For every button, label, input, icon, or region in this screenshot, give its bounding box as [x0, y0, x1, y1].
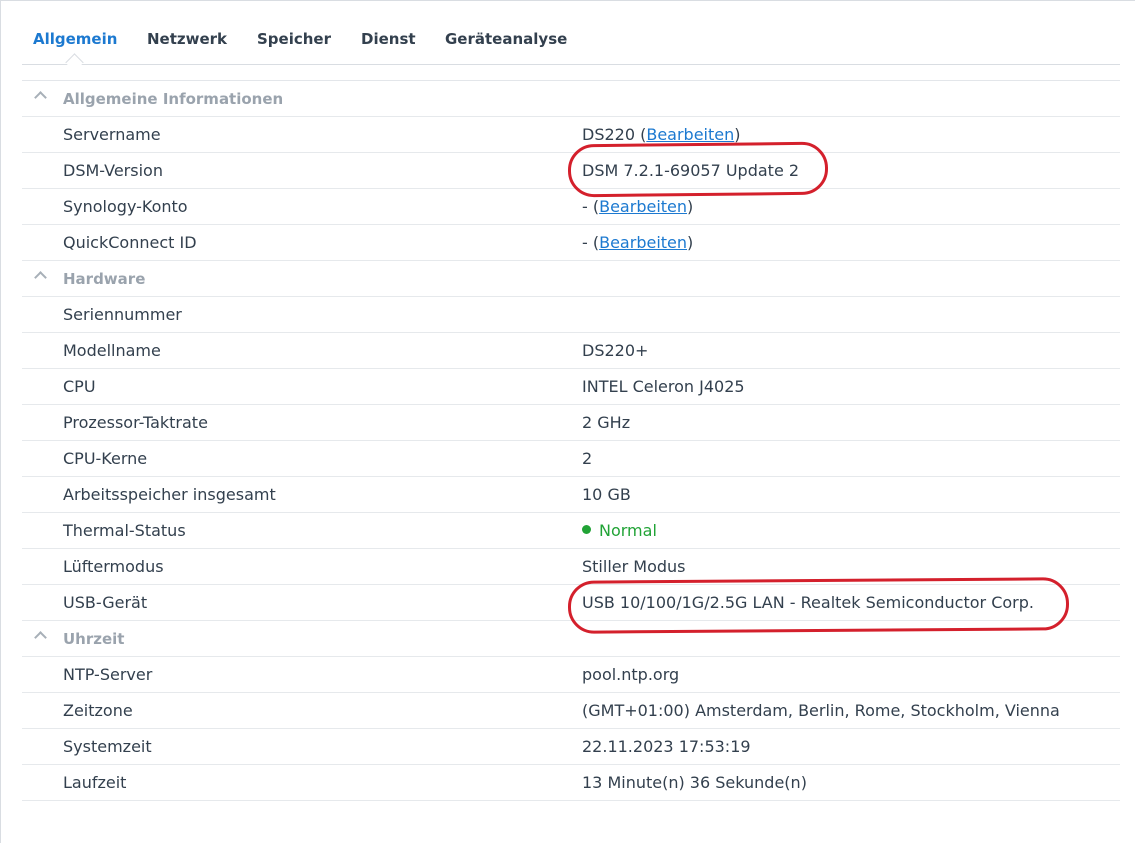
tab-bar: Allgemein Netzwerk Speicher Dienst Gerät… [22, 0, 1120, 72]
row-label: Systemzeit [63, 737, 152, 756]
row-value: DS220 (Bearbeiten) [582, 125, 741, 144]
row-value: INTEL Celeron J4025 [582, 377, 745, 396]
info-row-serial: Seriennummer [22, 297, 1120, 333]
row-value: 22.11.2023 17:53:19 [582, 737, 751, 756]
row-value: (GMT+01:00) Amsterdam, Berlin, Rome, Sto… [582, 701, 1060, 720]
status-dot-icon [582, 525, 591, 534]
row-value: 2 [582, 449, 593, 468]
info-row-dsm-version: DSM-Version DSM 7.2.1-69057 Update 2 [22, 153, 1120, 189]
row-label: Prozessor-Taktrate [63, 413, 208, 432]
info-row-cpu: CPU INTEL Celeron J4025 [22, 369, 1120, 405]
section-title: Allgemeine Informationen [63, 90, 284, 108]
row-label: CPU [63, 377, 96, 396]
row-label: Modellname [63, 341, 161, 360]
chevron-up-icon[interactable] [34, 631, 47, 644]
row-value: 13 Minute(n) 36 Sekunde(n) [582, 773, 807, 792]
section-title: Hardware [63, 270, 146, 288]
account-value: - [582, 197, 588, 216]
info-row-thermal: Thermal-Status Normal [22, 513, 1120, 549]
row-value: - (Bearbeiten) [582, 197, 694, 216]
info-row-system-time: Systemzeit 22.11.2023 17:53:19 [22, 729, 1120, 765]
row-label: NTP-Server [63, 665, 153, 684]
row-label: Seriennummer [63, 305, 182, 324]
row-label: Lüftermodus [63, 557, 164, 576]
row-label: Arbeitsspeicher insgesamt [63, 485, 276, 504]
info-row-synology-account: Synology-Konto - (Bearbeiten) [22, 189, 1120, 225]
section-header-hardware[interactable]: Hardware [22, 261, 1120, 297]
tab-speicher[interactable]: Speicher [257, 30, 331, 48]
row-label: Thermal-Status [63, 521, 186, 540]
row-label: Servername [63, 125, 161, 144]
info-row-cpu-cores: CPU-Kerne 2 [22, 441, 1120, 477]
section-header-general[interactable]: Allgemeine Informationen [22, 81, 1120, 117]
section-header-time[interactable]: Uhrzeit [22, 621, 1120, 657]
info-table: Allgemeine Informationen Servername DS22… [22, 80, 1120, 801]
tab-allgemein[interactable]: Allgemein [33, 30, 117, 48]
row-value: - (Bearbeiten) [582, 233, 694, 252]
row-value: 10 GB [582, 485, 631, 504]
edit-account-link[interactable]: Bearbeiten [599, 197, 687, 216]
tab-netzwerk[interactable]: Netzwerk [147, 30, 227, 48]
row-label: Synology-Konto [63, 197, 188, 216]
info-row-uptime: Laufzeit 13 Minute(n) 36 Sekunde(n) [22, 765, 1120, 801]
section-title: Uhrzeit [63, 630, 125, 648]
edit-quickconnect-link[interactable]: Bearbeiten [599, 233, 687, 252]
info-row-fan-mode: Lüftermodus Stiller Modus [22, 549, 1120, 585]
info-row-servername: Servername DS220 (Bearbeiten) [22, 117, 1120, 153]
info-row-clock-rate: Prozessor-Taktrate 2 GHz [22, 405, 1120, 441]
row-value: Stiller Modus [582, 557, 686, 576]
info-row-ntp: NTP-Server pool.ntp.org [22, 657, 1120, 693]
thermal-status-text: Normal [599, 521, 657, 540]
info-row-memory: Arbeitsspeicher insgesamt 10 GB [22, 477, 1120, 513]
row-label: CPU-Kerne [63, 449, 148, 468]
row-label: DSM-Version [63, 161, 163, 180]
chevron-up-icon[interactable] [34, 91, 47, 104]
row-value: USB 10/100/1G/2.5G LAN - Realtek Semicon… [582, 593, 1034, 612]
tab-dienst[interactable]: Dienst [361, 30, 416, 48]
edit-servername-link[interactable]: Bearbeiten [646, 125, 734, 144]
info-row-model: Modellname DS220+ [22, 333, 1120, 369]
quickconnect-value: - [582, 233, 588, 252]
tab-geraeteanalyse[interactable]: Geräteanalyse [445, 30, 567, 48]
row-value: 2 GHz [582, 413, 631, 432]
chevron-up-icon[interactable] [34, 271, 47, 284]
row-value: pool.ntp.org [582, 665, 680, 684]
row-label: Zeitzone [63, 701, 133, 720]
row-value: DS220+ [582, 341, 649, 360]
row-value: DSM 7.2.1-69057 Update 2 [582, 161, 800, 180]
row-label: QuickConnect ID [63, 233, 197, 252]
row-label: Laufzeit [63, 773, 127, 792]
info-row-usb-device: USB-Gerät USB 10/100/1G/2.5G LAN - Realt… [22, 585, 1120, 621]
info-row-quickconnect: QuickConnect ID - (Bearbeiten) [22, 225, 1120, 261]
row-label: USB-Gerät [63, 593, 148, 612]
server-name-value: DS220 [582, 125, 636, 144]
row-value: Normal [582, 521, 657, 540]
info-row-timezone: Zeitzone (GMT+01:00) Amsterdam, Berlin, … [22, 693, 1120, 729]
